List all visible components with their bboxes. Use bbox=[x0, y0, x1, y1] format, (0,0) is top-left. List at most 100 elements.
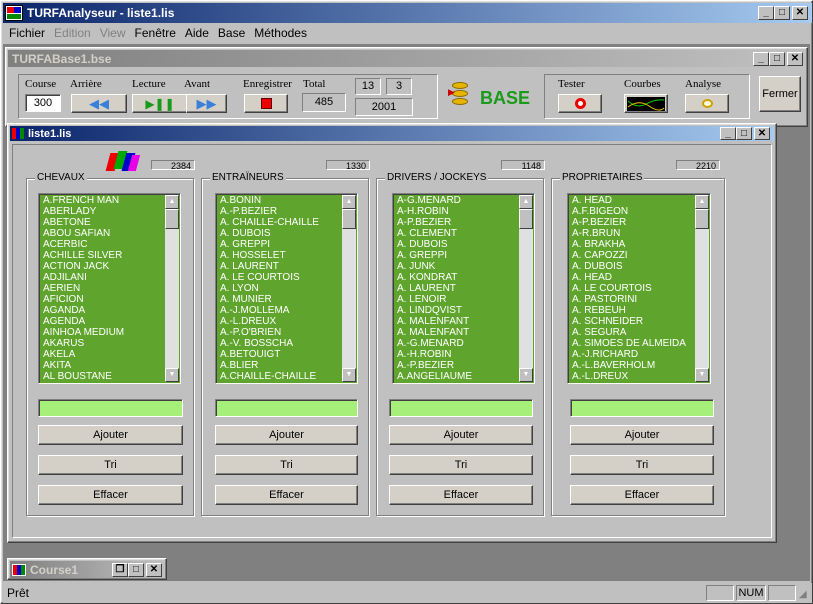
list-item[interactable]: A.-L.BAVERHOLM bbox=[570, 360, 694, 371]
list-item[interactable]: A. SIMOES DE ALMEIDA bbox=[570, 338, 694, 349]
list-item[interactable]: A.-G.MENARD bbox=[395, 338, 518, 349]
list-item[interactable]: A. LAURENT bbox=[218, 261, 341, 272]
list-item[interactable]: A. LAURENT bbox=[395, 283, 518, 294]
list-item[interactable]: ABOU SAFIAN bbox=[41, 228, 164, 239]
proprietaires-ajouter-button[interactable]: Ajouter bbox=[570, 425, 714, 445]
menu-fichier[interactable]: Fichier bbox=[9, 26, 45, 42]
list-item[interactable]: A. DUBOIS bbox=[395, 239, 518, 250]
list-item[interactable]: AERIEN bbox=[41, 283, 164, 294]
record-button[interactable] bbox=[244, 94, 288, 113]
list-item[interactable]: A. SEGURA bbox=[570, 327, 694, 338]
list-item[interactable]: A.-L.DREUX bbox=[570, 371, 694, 382]
list-item[interactable]: AFICION bbox=[41, 294, 164, 305]
list-item[interactable]: A.BETOUIGT bbox=[218, 349, 341, 360]
list-item[interactable]: A.-H.ROBIN bbox=[395, 349, 518, 360]
scroll-thumb[interactable] bbox=[695, 209, 709, 229]
scroll-down-icon[interactable]: ▼ bbox=[165, 368, 179, 382]
scroll-thumb[interactable] bbox=[165, 209, 179, 229]
base-titlebar[interactable]: TURFABase1.bse _ □ ✕ bbox=[8, 50, 805, 67]
proprietaires-scrollbar[interactable]: ▲ ▼ bbox=[695, 195, 709, 382]
min-maximize-icon[interactable]: □ bbox=[128, 562, 144, 577]
list-item[interactable]: A. LYON bbox=[218, 283, 341, 294]
base-maximize-icon[interactable]: □ bbox=[769, 51, 785, 66]
list-item[interactable]: A. MALENFANT bbox=[395, 327, 518, 338]
list-item[interactable]: A-P.BEZIER bbox=[570, 217, 694, 228]
entraineurs-effacer-button[interactable]: Effacer bbox=[215, 485, 358, 505]
entraineurs-tri-button[interactable]: Tri bbox=[215, 455, 358, 475]
list-item[interactable]: A. REBEUH bbox=[570, 305, 694, 316]
entraineurs-input[interactable] bbox=[215, 399, 358, 417]
menu-methodes[interactable]: Méthodes bbox=[254, 26, 307, 42]
list-item[interactable]: A.-J.RICHARD bbox=[570, 349, 694, 360]
entraineurs-ajouter-button[interactable]: Ajouter bbox=[215, 425, 358, 445]
list-close-icon[interactable]: ✕ bbox=[754, 127, 770, 140]
list-item[interactable]: A. CHAILLE-CHAILLE bbox=[218, 217, 341, 228]
menu-base[interactable]: Base bbox=[218, 26, 245, 42]
list-item[interactable]: A. HEAD bbox=[570, 272, 694, 283]
analyse-button[interactable] bbox=[685, 94, 729, 113]
list-item[interactable]: A. MALENFANT bbox=[395, 316, 518, 327]
fermer-button[interactable]: Fermer bbox=[759, 76, 801, 112]
list-item[interactable]: A. LENOIR bbox=[395, 294, 518, 305]
list-item[interactable]: A.F.BIGEON bbox=[570, 206, 694, 217]
list-item[interactable]: A. SCHNEIDER bbox=[570, 316, 694, 327]
menu-edition[interactable]: Edition bbox=[54, 26, 91, 42]
app-titlebar[interactable]: TURFAnalyseur - liste1.lis _ □ ✕ bbox=[3, 3, 812, 23]
list-item[interactable]: A. JUNK bbox=[395, 261, 518, 272]
forward-button[interactable]: ▶▶ bbox=[186, 94, 227, 113]
list-item[interactable]: A. LE COURTOIS bbox=[218, 272, 341, 283]
drivers-list[interactable]: A-G.MENARD A-H.ROBIN A-P.BEZIER A. CLEMENT A… bbox=[392, 193, 535, 384]
list-item[interactable]: A.BLIER bbox=[218, 360, 341, 371]
scroll-up-icon[interactable]: ▲ bbox=[165, 195, 179, 209]
proprietaires-input[interactable] bbox=[570, 399, 714, 417]
courbes-button[interactable] bbox=[624, 94, 668, 113]
list-item[interactable]: AL BOUSTANE bbox=[41, 371, 164, 382]
list-item[interactable]: AKELA bbox=[41, 349, 164, 360]
chevaux-ajouter-button[interactable]: Ajouter bbox=[38, 425, 183, 445]
chevaux-effacer-button[interactable]: Effacer bbox=[38, 485, 183, 505]
scroll-up-icon[interactable]: ▲ bbox=[342, 195, 356, 209]
minimize-icon[interactable]: _ bbox=[758, 6, 774, 20]
list-item[interactable]: A. DUBOIS bbox=[218, 228, 341, 239]
scroll-thumb[interactable] bbox=[342, 209, 356, 229]
list-item[interactable]: ABERLADY bbox=[41, 206, 164, 217]
list-item[interactable]: A.-V. BOSSCHA bbox=[218, 338, 341, 349]
list-item[interactable]: A. GREPPI bbox=[218, 239, 341, 250]
list-item[interactable]: A. CLEMENT bbox=[395, 228, 518, 239]
tester-button[interactable] bbox=[558, 94, 602, 113]
list-item[interactable]: A-P.BEZIER bbox=[395, 217, 518, 228]
drivers-input[interactable] bbox=[389, 399, 533, 417]
proprietaires-tri-button[interactable]: Tri bbox=[570, 455, 714, 475]
list-item[interactable]: ABETONE bbox=[41, 217, 164, 228]
list-item[interactable]: A. MUNIER bbox=[218, 294, 341, 305]
restore-icon[interactable]: ❐ bbox=[112, 562, 128, 577]
menu-fenetre[interactable]: Fenêtre bbox=[135, 26, 176, 42]
list-item[interactable]: A. GREPPI bbox=[395, 250, 518, 261]
entraineurs-list[interactable]: A.BONIN A.-P.BEZIER A. CHAILLE-CHAILLE A. D… bbox=[215, 193, 358, 384]
list-titlebar[interactable]: liste1.lis _ □ ✕ bbox=[10, 126, 774, 141]
course-input[interactable]: 300 bbox=[25, 94, 61, 112]
list-item[interactable]: A.-J.MOLLEMA bbox=[218, 305, 341, 316]
list-item[interactable]: A. HEAD bbox=[570, 195, 694, 206]
list-item[interactable]: A-G.MENARD bbox=[395, 195, 518, 206]
list-item[interactable]: A. LINDQVIST bbox=[395, 305, 518, 316]
close-icon[interactable]: ✕ bbox=[792, 6, 808, 20]
list-item[interactable]: ACTION JACK bbox=[41, 261, 164, 272]
list-item[interactable]: A-H.ROBIN bbox=[395, 206, 518, 217]
proprietaires-list[interactable]: A. HEAD A.F.BIGEON A-P.BEZIER A-R.BRUN A. BR… bbox=[567, 193, 711, 384]
minimized-window[interactable]: Course1 ❐ □ ✕ bbox=[7, 558, 167, 580]
scroll-up-icon[interactable]: ▲ bbox=[695, 195, 709, 209]
list-item[interactable]: A.FRENCH MAN bbox=[41, 195, 164, 206]
chevaux-list[interactable]: A.FRENCH MAN ABERLADY ABETONE ABOU SAFIAN AC… bbox=[38, 193, 181, 384]
menu-aide[interactable]: Aide bbox=[185, 26, 209, 42]
list-item[interactable]: A. CAPOZZI bbox=[570, 250, 694, 261]
entraineurs-scrollbar[interactable]: ▲ ▼ bbox=[342, 195, 356, 382]
list-minimize-icon[interactable]: _ bbox=[720, 127, 736, 140]
list-item[interactable]: A. LE COURTOIS bbox=[570, 283, 694, 294]
list-item[interactable]: A. DUBOIS bbox=[570, 261, 694, 272]
list-item[interactable]: AGENDA bbox=[41, 316, 164, 327]
list-item[interactable]: ADJILANI bbox=[41, 272, 164, 283]
list-item[interactable]: A.-P.BEZIER bbox=[395, 360, 518, 371]
scroll-thumb[interactable] bbox=[519, 209, 533, 229]
list-item[interactable]: ACHILLE SILVER bbox=[41, 250, 164, 261]
